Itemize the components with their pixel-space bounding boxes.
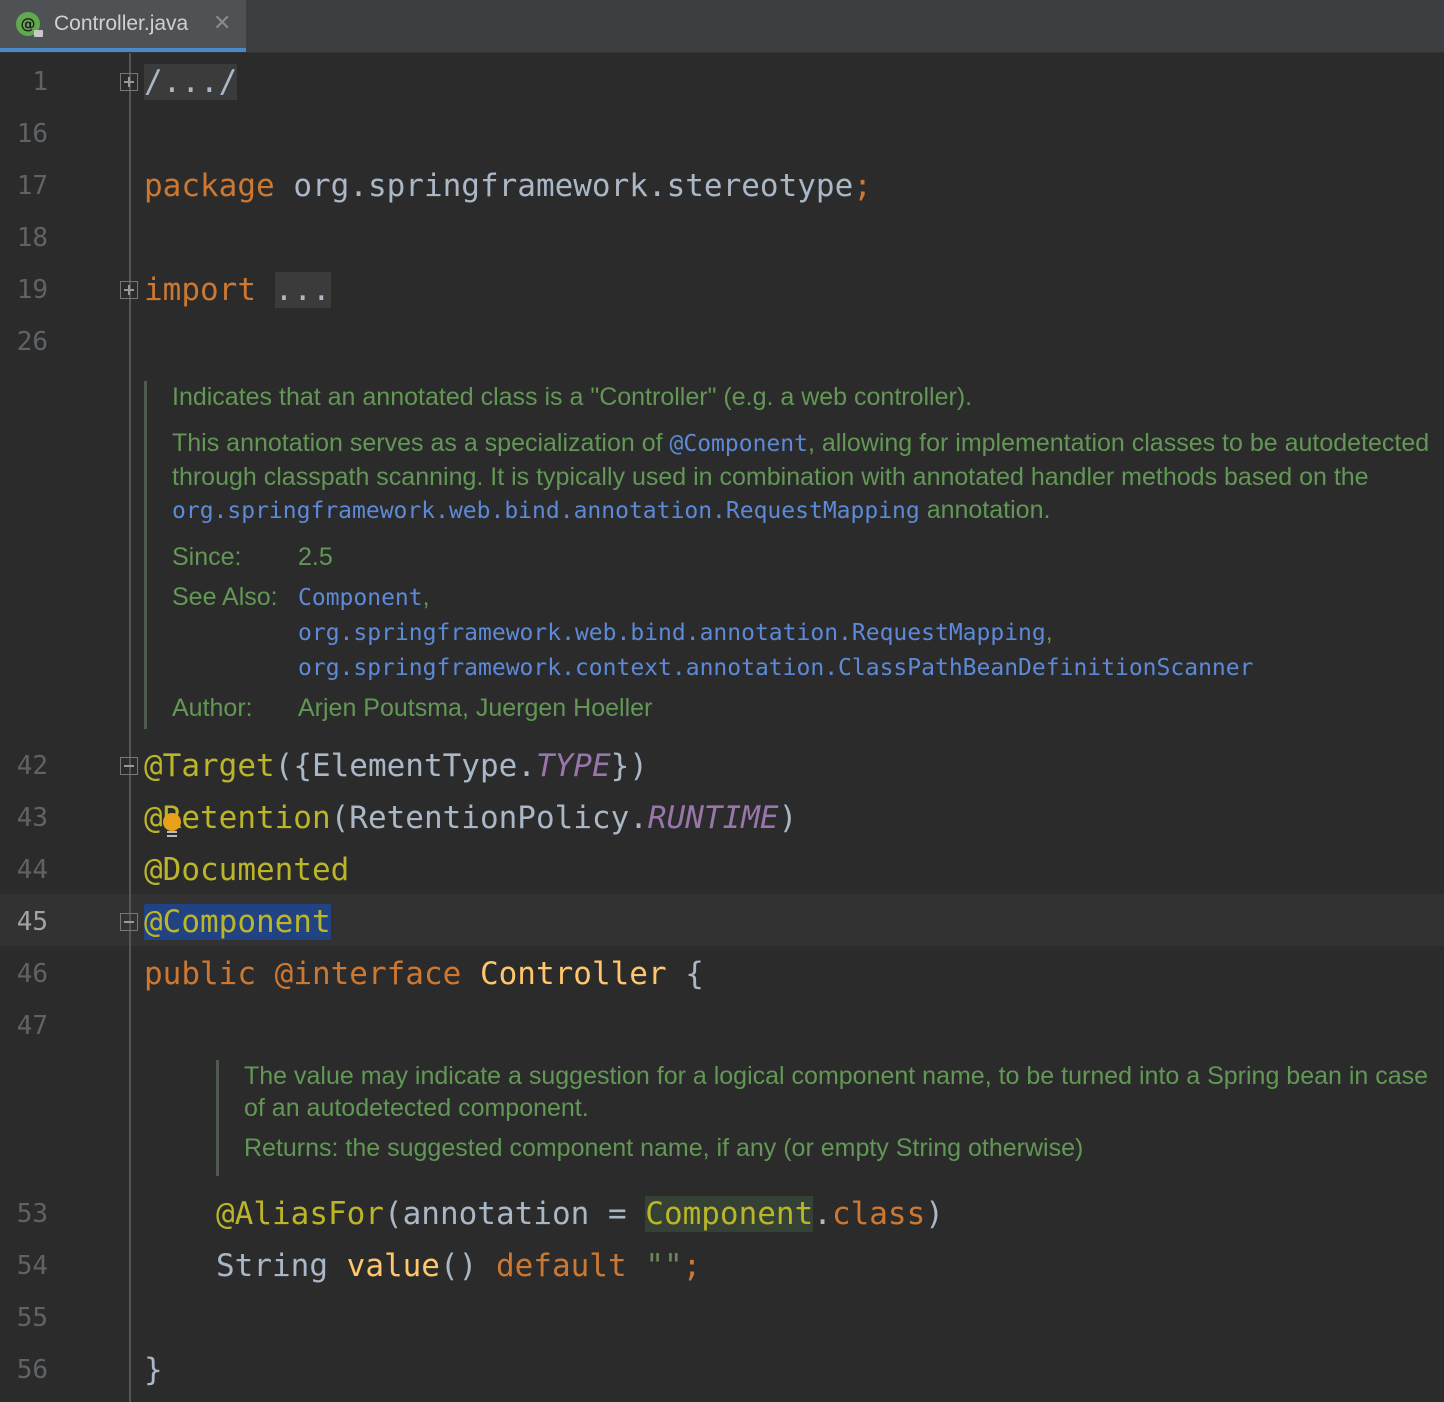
annotation-documented: @Documented bbox=[144, 852, 350, 888]
code-line-42: @Target({ElementType.TYPE}) bbox=[144, 740, 648, 792]
doc-since: Since: 2.5 bbox=[172, 541, 1444, 574]
package-name: org.springframework.stereotype bbox=[274, 168, 854, 204]
line-number: 46 bbox=[16, 959, 48, 989]
code-text: () bbox=[439, 1248, 496, 1284]
constant-runtime: RUNTIME bbox=[647, 800, 779, 836]
component-reference[interactable]: Component bbox=[645, 1196, 814, 1232]
tab-title: Controller.java bbox=[54, 12, 189, 35]
folded-header-comment[interactable]: /.../ bbox=[144, 64, 238, 100]
author-value: Arjen Poutsma, Juergen Hoeller bbox=[298, 694, 653, 722]
link-requestmapping[interactable]: org.springframework.web.bind.annotation.… bbox=[172, 498, 920, 524]
link-see-component[interactable]: Component bbox=[298, 585, 423, 611]
keyword-interface: @interface bbox=[274, 956, 462, 992]
annotation-target: @Target bbox=[144, 748, 275, 784]
keyword-default: default bbox=[495, 1248, 627, 1284]
line-number: 55 bbox=[16, 1303, 48, 1333]
doc-see-also-2: org.springframework.web.bind.annotation.… bbox=[172, 615, 1444, 650]
see-also-label: See Also: bbox=[172, 583, 278, 611]
folded-imports[interactable]: ... bbox=[274, 272, 331, 308]
method-value: value bbox=[346, 1248, 440, 1284]
line-number: 53 bbox=[16, 1199, 48, 1229]
collapse-fold-icon[interactable] bbox=[120, 757, 138, 775]
line-number: 42 bbox=[16, 751, 48, 781]
active-tab-indicator bbox=[0, 48, 246, 52]
author-label: Author: bbox=[172, 694, 253, 722]
line-number: 18 bbox=[16, 223, 48, 253]
code-line-44: @Documented bbox=[144, 844, 349, 896]
doc-text: annotation. bbox=[919, 496, 1051, 524]
code-text: }) bbox=[610, 748, 648, 784]
doc-value-description: The value may indicate a suggestion for … bbox=[244, 1062, 1429, 1122]
string-literal: "" bbox=[645, 1248, 683, 1284]
code-text: (annotation = bbox=[383, 1196, 646, 1232]
editor-tab-bar: @ Controller.java ✕ bbox=[0, 0, 1444, 53]
doc-summary: Indicates that an annotated class is a "… bbox=[172, 383, 973, 411]
doc-comma: , bbox=[1045, 618, 1053, 646]
keyword-public: public bbox=[144, 956, 256, 992]
annotation-aliasfor: @AliasFor bbox=[216, 1196, 384, 1232]
code-line-1: /.../ bbox=[144, 56, 238, 108]
code-text: ) bbox=[925, 1196, 944, 1232]
keyword-import: import bbox=[144, 272, 256, 308]
code-text: . bbox=[813, 1196, 832, 1232]
code-text: (RetentionPolicy. bbox=[330, 800, 648, 836]
code-line-45: @Component bbox=[144, 896, 331, 948]
code-line-56: } bbox=[144, 1344, 163, 1396]
line-number: 47 bbox=[16, 1011, 48, 1041]
gutter-separator bbox=[129, 53, 131, 1402]
code-line-54: String value() default ""; bbox=[216, 1240, 701, 1292]
open-brace: { bbox=[685, 956, 704, 992]
doc-see-also-3: org.springframework.context.annotation.C… bbox=[172, 650, 1444, 685]
javadoc-rendered-controller: Indicates that an annotated class is a "… bbox=[144, 381, 1444, 729]
line-number: 54 bbox=[16, 1251, 48, 1281]
doc-comma: , bbox=[422, 583, 430, 611]
link-component[interactable]: @Component bbox=[670, 431, 808, 457]
since-value: 2.5 bbox=[298, 543, 333, 571]
type-string: String bbox=[216, 1248, 347, 1284]
tab-controller-java[interactable]: @ Controller.java ✕ bbox=[0, 0, 246, 52]
line-number: 26 bbox=[16, 327, 48, 357]
doc-returns: Returns: the suggested component name, i… bbox=[244, 1134, 1084, 1162]
code-line-19: import ... bbox=[144, 264, 331, 316]
doc-paragraph: This annotation serves as a specializati… bbox=[172, 427, 1444, 528]
collapse-fold-icon[interactable] bbox=[120, 913, 138, 931]
line-number: 44 bbox=[16, 855, 48, 885]
line-number: 19 bbox=[16, 275, 48, 305]
since-label: Since: bbox=[172, 543, 242, 571]
line-number: 1 bbox=[32, 67, 48, 97]
close-icon[interactable]: ✕ bbox=[213, 11, 231, 36]
expand-fold-icon[interactable] bbox=[120, 73, 138, 91]
code-editor[interactable]: 1 16 17 18 19 26 42 43 44 45 46 47 53 54… bbox=[0, 53, 1444, 1402]
code-text: ) bbox=[778, 800, 798, 836]
line-number-active: 45 bbox=[16, 907, 48, 937]
semicolon: ; bbox=[853, 168, 872, 204]
code-line-43: @Retention(RetentionPolicy.RUNTIME) bbox=[144, 792, 797, 844]
code-line-53: @AliasFor(annotation = Component.class) bbox=[216, 1188, 944, 1240]
line-number: 16 bbox=[16, 119, 48, 149]
line-number: 17 bbox=[16, 171, 48, 201]
keyword-package: package bbox=[144, 168, 275, 204]
line-number: 56 bbox=[16, 1355, 48, 1385]
doc-see-also: See Also: Component, bbox=[172, 581, 1444, 615]
code-text: ({ElementType. bbox=[274, 748, 536, 784]
code-line-17: package org.springframework.stereotype; bbox=[144, 160, 872, 212]
constant-type: TYPE bbox=[535, 748, 611, 784]
line-number: 43 bbox=[16, 803, 48, 833]
annotation-component-selected[interactable]: @Component bbox=[144, 904, 331, 940]
expand-fold-icon[interactable] bbox=[120, 281, 138, 299]
link-see-scanner[interactable]: org.springframework.context.annotation.C… bbox=[298, 655, 1253, 681]
link-see-requestmapping[interactable]: org.springframework.web.bind.annotation.… bbox=[298, 620, 1046, 646]
code-line-46: public @interface Controller { bbox=[144, 948, 704, 1000]
bulb-base bbox=[167, 831, 177, 837]
doc-text: This annotation serves as a specializati… bbox=[172, 429, 670, 457]
close-brace: } bbox=[144, 1352, 163, 1388]
javadoc-rendered-value: The value may indicate a suggestion for … bbox=[216, 1060, 1444, 1176]
semicolon: ; bbox=[682, 1248, 702, 1284]
class-name: Controller bbox=[479, 956, 667, 992]
intention-bulb-icon[interactable] bbox=[163, 813, 181, 831]
doc-author: Author: Arjen Poutsma, Juergen Hoeller bbox=[172, 692, 1444, 725]
keyword-class: class bbox=[831, 1196, 926, 1232]
lock-icon bbox=[34, 30, 43, 37]
